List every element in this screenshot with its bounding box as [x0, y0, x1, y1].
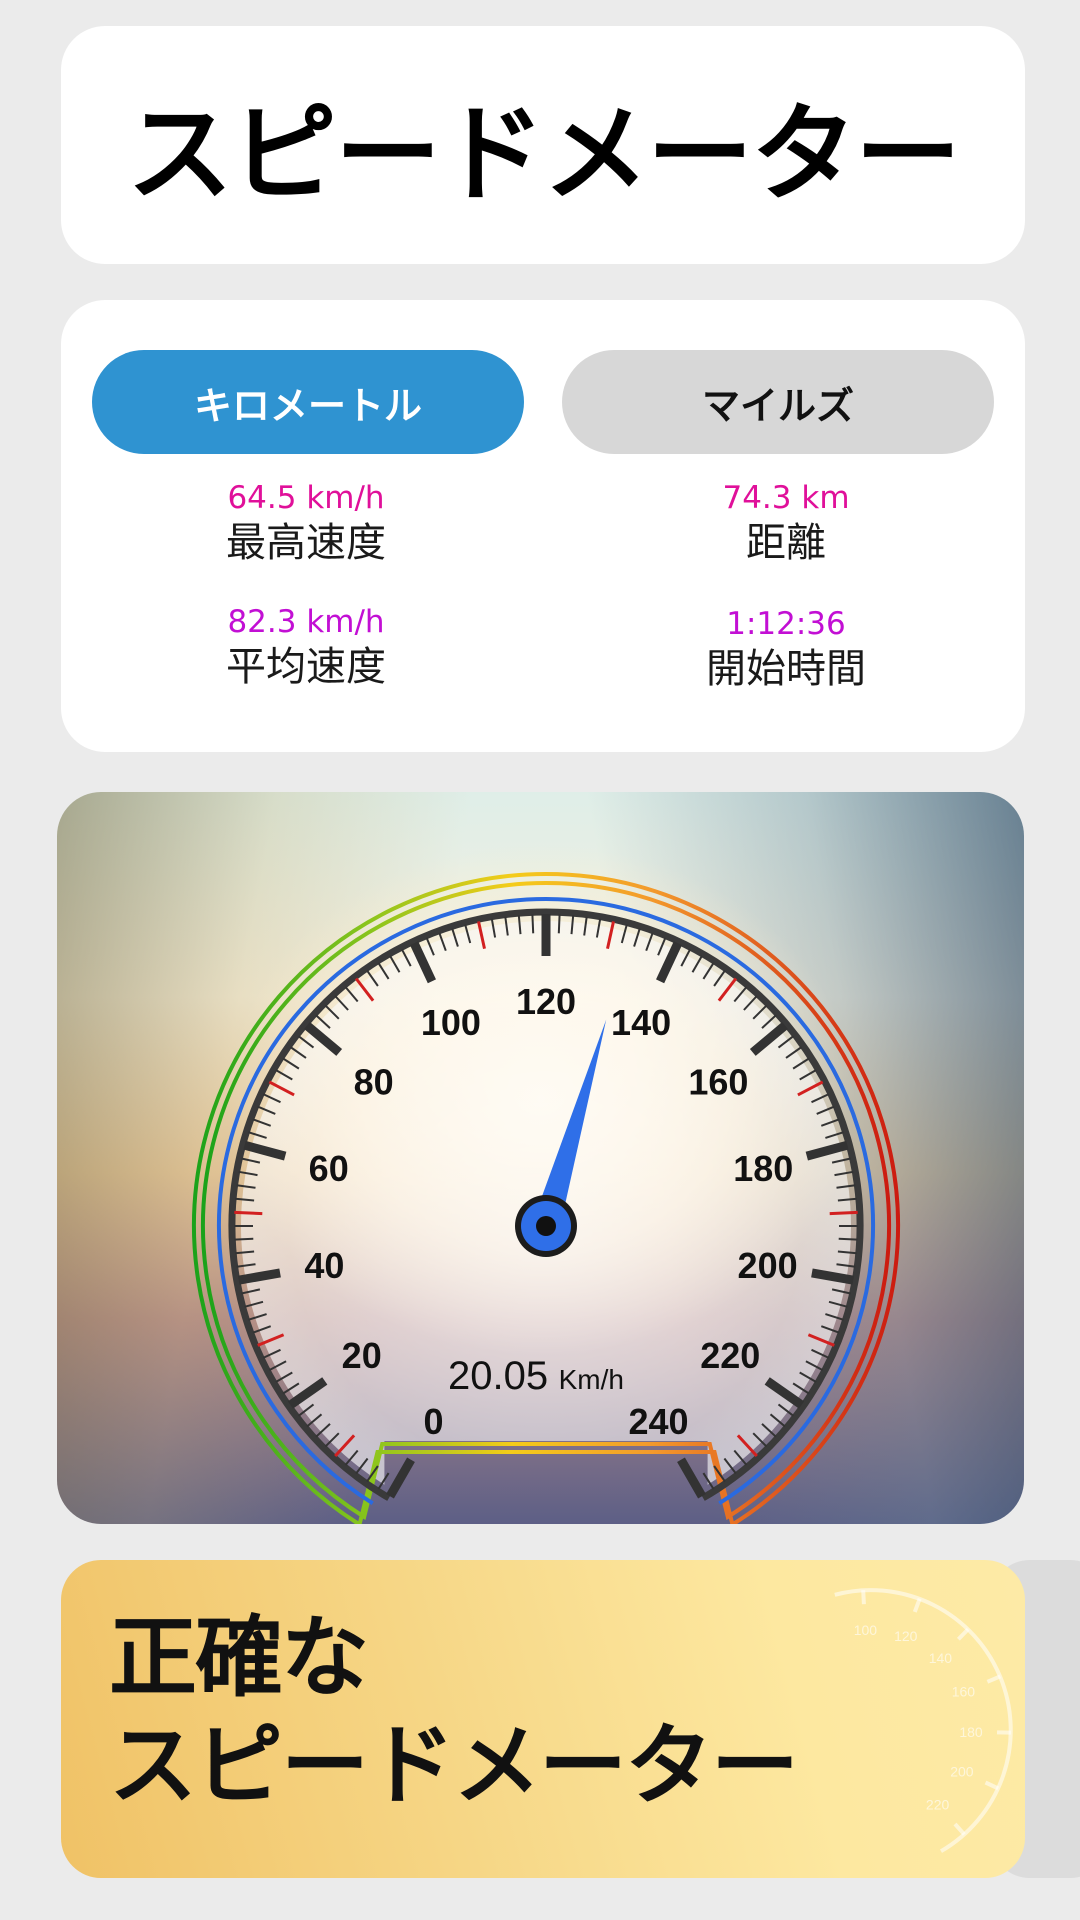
watermark-label: 120	[894, 1628, 918, 1644]
gauge-label: 0	[423, 1401, 443, 1442]
watermark-label: 160	[952, 1684, 976, 1700]
elapsed-time-label: 開始時間	[706, 646, 866, 692]
promo-line-2: スピードメーター	[109, 1714, 799, 1817]
watermark-tick	[984, 1780, 1000, 1791]
gauge-label: 160	[688, 1061, 748, 1102]
max-speed-value: 64.5 km/h	[227, 480, 385, 516]
gauge-label: 60	[309, 1148, 349, 1189]
gauge-label: 180	[733, 1148, 793, 1189]
gauge-label: 240	[628, 1401, 688, 1442]
minor-tick	[557, 914, 561, 934]
distance-stat: 74.3 km 距離	[571, 478, 1001, 568]
elapsed-time-stat: 1:12:36 開始時間	[571, 604, 1001, 694]
miles-button[interactable]: マイルズ	[562, 350, 994, 454]
major-tick	[386, 1457, 415, 1499]
promo-line-1: 正確な	[109, 1606, 369, 1709]
watermark-tick	[953, 1822, 966, 1836]
speed-value: 20.05	[448, 1354, 548, 1398]
needle-hub-center	[536, 1216, 556, 1236]
max-speed-label: 最高速度	[226, 520, 386, 566]
speed-unit: Km/h	[559, 1364, 624, 1395]
minor-tick	[838, 1237, 858, 1241]
minor-tick	[829, 1210, 858, 1216]
watermark-label: 200	[950, 1764, 974, 1780]
avg-speed-label: 平均速度	[226, 644, 386, 690]
max-speed-stat: 64.5 km/h 最高速度	[91, 478, 521, 568]
watermark-label: 140	[929, 1650, 953, 1666]
major-tick	[677, 1457, 706, 1499]
distance-value: 74.3 km	[722, 480, 850, 516]
app-title: スピードメーター	[127, 93, 961, 216]
watermark-tick	[956, 1627, 970, 1641]
watermark-label: 220	[926, 1797, 950, 1813]
gauge-label: 100	[421, 1002, 481, 1043]
watermark-label: 180	[959, 1724, 983, 1740]
watermark-tick	[986, 1674, 1002, 1684]
gauge-label: 40	[304, 1245, 344, 1286]
gauge-label: 200	[738, 1245, 798, 1286]
watermark-tick	[861, 1590, 866, 1605]
kilometer-button[interactable]: キロメートル	[92, 350, 524, 454]
distance-label: 距離	[746, 520, 826, 566]
gauge-label: 220	[700, 1335, 760, 1376]
gauge-label: 20	[342, 1335, 382, 1376]
promo-banner[interactable]: 100 120 140 160 180 200 220 正確な スピードメーター	[61, 1560, 1025, 1878]
promo-headline: 正確な スピードメーター	[109, 1604, 799, 1820]
gauge-label: 140	[611, 1002, 671, 1043]
speedometer-card: 0 20 40 60 80 100 120 140 160 180 200 220 240 20.05 …	[57, 792, 1024, 1524]
elapsed-time-value: 1:12:36	[726, 606, 846, 642]
watermark-label: 100	[854, 1622, 878, 1638]
minor-tick	[531, 914, 535, 934]
avg-speed-value: 82.3 km/h	[227, 604, 385, 640]
speedometer-gauge: 020406080100120140160180200220240 20.05 …	[192, 872, 900, 1524]
watermark-tick	[912, 1598, 922, 1613]
minor-tick	[234, 1210, 263, 1216]
gauge-label: 120	[516, 981, 576, 1022]
avg-speed-stat: 82.3 km/h 平均速度	[91, 602, 521, 692]
minor-tick	[234, 1237, 254, 1241]
stats-card: キロメートル マイルズ 64.5 km/h 最高速度 74.3 km 距離 82…	[61, 300, 1025, 752]
title-card: スピードメーター	[61, 26, 1025, 264]
gauge-label: 80	[354, 1061, 394, 1102]
